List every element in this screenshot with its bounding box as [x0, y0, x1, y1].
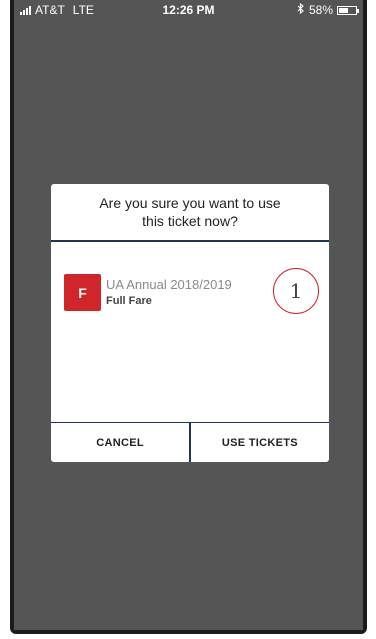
- phone-frame: AT&T LTE 12:26 PM 58% Are you sure you w…: [10, 0, 367, 634]
- screen: AT&T LTE 12:26 PM 58% Are you sure you w…: [14, 0, 363, 630]
- dialog-title: Are you sure you want to use this ticket…: [99, 195, 281, 229]
- use-tickets-button[interactable]: USE TICKETS: [191, 423, 329, 462]
- ticket-quantity[interactable]: 1: [273, 268, 319, 314]
- dialog-header: Are you sure you want to use this ticket…: [51, 184, 329, 242]
- ticket-name: UA Annual 2018/2019: [106, 277, 232, 292]
- bluetooth-icon: [297, 2, 305, 17]
- cancel-button[interactable]: CANCEL: [51, 423, 189, 462]
- battery-percent: 58%: [308, 3, 333, 17]
- confirm-ticket-dialog: Are you sure you want to use this ticket…: [51, 184, 329, 462]
- ticket-badge: F: [64, 274, 101, 311]
- dialog-footer: CANCEL USE TICKETS: [51, 422, 329, 462]
- status-bar: AT&T LTE 12:26 PM 58%: [14, 0, 363, 20]
- ticket-type: Full Fare: [106, 295, 152, 307]
- battery-icon: [337, 5, 359, 15]
- battery-fill: [339, 7, 349, 13]
- status-right: 58%: [297, 2, 359, 17]
